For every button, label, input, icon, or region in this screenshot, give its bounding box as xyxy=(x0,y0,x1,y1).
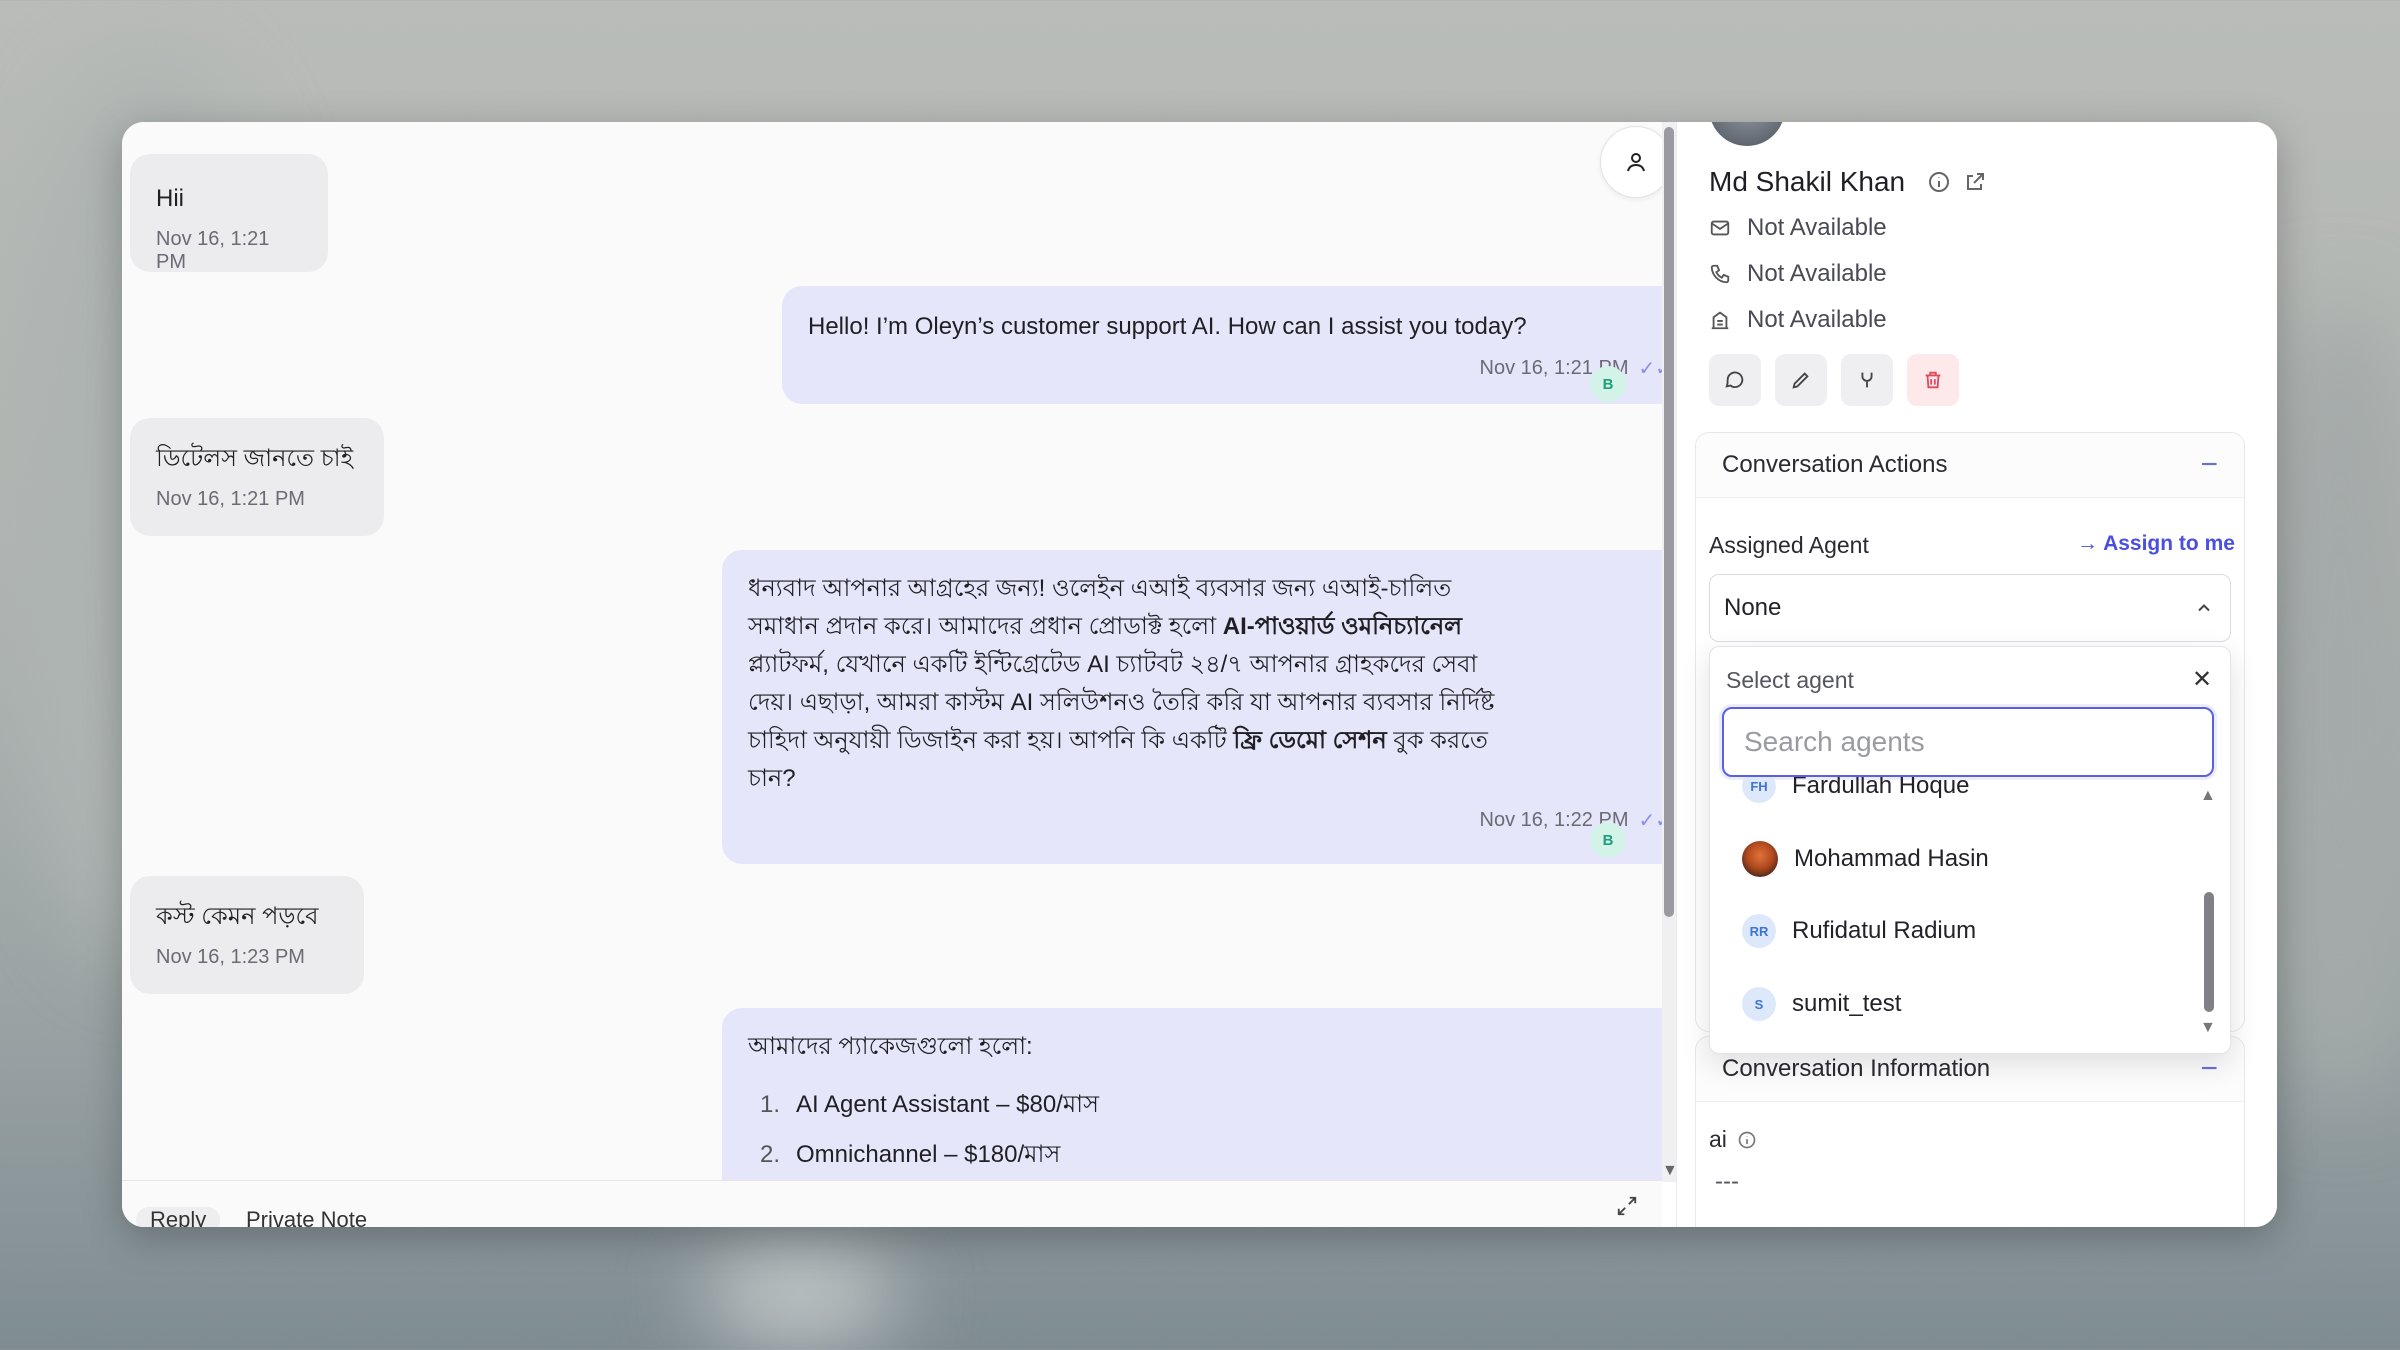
bot-avatar: B xyxy=(1590,366,1626,402)
contact-company: Not Available xyxy=(1747,306,1887,333)
bot-avatar: B xyxy=(1590,822,1626,858)
contact-name: Md Shakil Khan xyxy=(1709,166,1906,197)
external-link-icon[interactable] xyxy=(1963,170,1987,194)
contact-actions xyxy=(1709,354,1959,406)
attribute-label: ai xyxy=(1709,1126,1757,1153)
agent-avatar: S xyxy=(1742,987,1776,1021)
contact-phone: Not Available xyxy=(1747,260,1887,287)
message-time: Nov 16, 1:23 PM xyxy=(156,946,305,968)
building-icon xyxy=(1711,311,1729,330)
dropdown-title: Select agent xyxy=(1726,667,1854,693)
chat-pane: Hii Nov 16, 1:21 PM Hello! I’m Oleyn’s c… xyxy=(122,122,1662,1227)
agent-option[interactable]: Mohammad Hasin xyxy=(1742,841,1989,877)
contact-phone-row: Not Available xyxy=(1709,260,1887,288)
assign-to-me-link[interactable]: → Assign to me xyxy=(2077,532,2235,556)
message-meta: Nov 16, 1:22 PM ✓✓ xyxy=(748,808,1662,833)
assigned-agent-select[interactable]: None xyxy=(1709,574,2231,642)
agent-list-scrollbar-thumb[interactable] xyxy=(2204,892,2214,1012)
list-item: 2. Omnichannel – $180/মাস xyxy=(760,1141,1061,1168)
tab-private-note[interactable]: Private Note xyxy=(246,1207,367,1227)
scroll-down-arrow-icon[interactable]: ▼ xyxy=(2200,1019,2216,1037)
pencil-icon xyxy=(1792,372,1809,389)
reply-editor-bar: Reply Private Note xyxy=(122,1180,1662,1227)
contact-avatar xyxy=(1709,122,1785,146)
expand-icon[interactable] xyxy=(1616,1195,1638,1217)
message-time: Nov 16, 1:21 PM xyxy=(156,488,305,510)
conversation-information-card: Conversation Information − xyxy=(1695,1036,2245,1227)
user-icon xyxy=(1627,153,1645,172)
list-item: 1. AI Agent Assistant – $80/মাস xyxy=(760,1091,1099,1118)
message-text: Hii xyxy=(156,185,184,212)
message-time: Nov 16, 1:21 PM xyxy=(156,228,270,273)
message-outgoing: Hello! I’m Oleyn’s customer support AI. … xyxy=(782,286,1662,404)
message-incoming: ডিটেলস জানতে চাই Nov 16, 1:21 PM xyxy=(130,418,384,536)
info-icon[interactable] xyxy=(1927,170,1951,194)
message-text: ডিটেলস জানতে চাই xyxy=(156,445,354,472)
close-icon[interactable]: ✕ xyxy=(2192,665,2212,694)
mail-icon xyxy=(1710,220,1730,236)
agent-avatar: RR xyxy=(1742,914,1776,948)
message-text: Hello! I’m Oleyn’s customer support AI. … xyxy=(808,313,1527,340)
message-incoming: কস্ট কেমন পড়বে Nov 16, 1:23 PM xyxy=(130,876,364,994)
tab-reply[interactable]: Reply xyxy=(136,1207,221,1227)
message-text: আমাদের প্যাকেজগুলো হলো: xyxy=(748,1033,1033,1060)
read-receipt-icon: ✓✓ xyxy=(1638,810,1662,832)
app-window: Hii Nov 16, 1:21 PM Hello! I’m Oleyn’s c… xyxy=(122,122,2277,1227)
section-title: Conversation Actions xyxy=(1722,451,1948,478)
section-title: Conversation Information xyxy=(1722,1055,1991,1082)
agent-option[interactable]: S sumit_test xyxy=(1742,987,1901,1021)
chevron-up-icon xyxy=(2198,604,2210,612)
trash-icon xyxy=(1925,371,1941,389)
message-icon xyxy=(1725,371,1744,389)
conversation-actions-header[interactable]: Conversation Actions − xyxy=(1696,433,2244,498)
contact-company-row: Not Available xyxy=(1709,306,1887,334)
selected-agent: None xyxy=(1724,594,1782,621)
agent-dropdown: Select agent ✕ FH Fardullah Hoque Mohamm… xyxy=(1709,646,2231,1054)
message-text: কস্ট কেমন পড়বে xyxy=(156,903,319,930)
contact-email: Not Available xyxy=(1747,214,1887,241)
read-receipt-icon: ✓✓ xyxy=(1638,358,1662,380)
merge-icon xyxy=(1861,372,1873,388)
collapse-icon[interactable]: − xyxy=(2200,1054,2218,1084)
merge-contact-button[interactable] xyxy=(1841,354,1893,406)
contact-panel-toggle-button[interactable] xyxy=(1600,126,1662,198)
agent-avatar: FH xyxy=(1742,777,1776,803)
search-agents-input[interactable] xyxy=(1722,707,2214,777)
agent-avatar xyxy=(1742,841,1778,877)
collapse-icon[interactable]: − xyxy=(2200,450,2218,480)
assigned-agent-label: Assigned Agent xyxy=(1709,532,1869,558)
edit-contact-button[interactable] xyxy=(1775,354,1827,406)
message-incoming: Hii Nov 16, 1:21 PM xyxy=(130,154,328,273)
package-list: 1. AI Agent Assistant – $80/মাস 2. Omnicha… xyxy=(748,1080,1662,1180)
chat-scrollbar-thumb[interactable] xyxy=(1664,127,1674,917)
agent-list: FH Fardullah Hoque Mohammad Hasin RR Ruf… xyxy=(1710,777,2210,1053)
agent-option[interactable]: FH Fardullah Hoque xyxy=(1742,777,1969,803)
message-meta: Nov 16, 1:21 PM ✓✓ xyxy=(808,356,1662,381)
scroll-up-arrow-icon[interactable]: ▲ xyxy=(2200,787,2216,805)
attribute-value: --- xyxy=(1715,1168,1739,1195)
info-icon[interactable] xyxy=(1737,1130,1757,1150)
contact-panel: Md Shakil Khan Not Available Not Availab… xyxy=(1676,122,2277,1227)
message-outgoing: ধন্যবাদ আপনার আগ্রহের জন্য! ওলেইন এআই ব্… xyxy=(722,550,1662,864)
agent-option[interactable]: RR Rufidatul Radium xyxy=(1742,914,1976,948)
delete-contact-button[interactable] xyxy=(1907,354,1959,406)
message-text: ধন্যবাদ আপনার আগ্রহের জন্য! ওলেইন এআই ব্… xyxy=(748,575,1495,792)
contact-email-row: Not Available xyxy=(1709,214,1887,242)
phone-icon xyxy=(1710,264,1730,284)
new-message-button[interactable] xyxy=(1709,354,1761,406)
